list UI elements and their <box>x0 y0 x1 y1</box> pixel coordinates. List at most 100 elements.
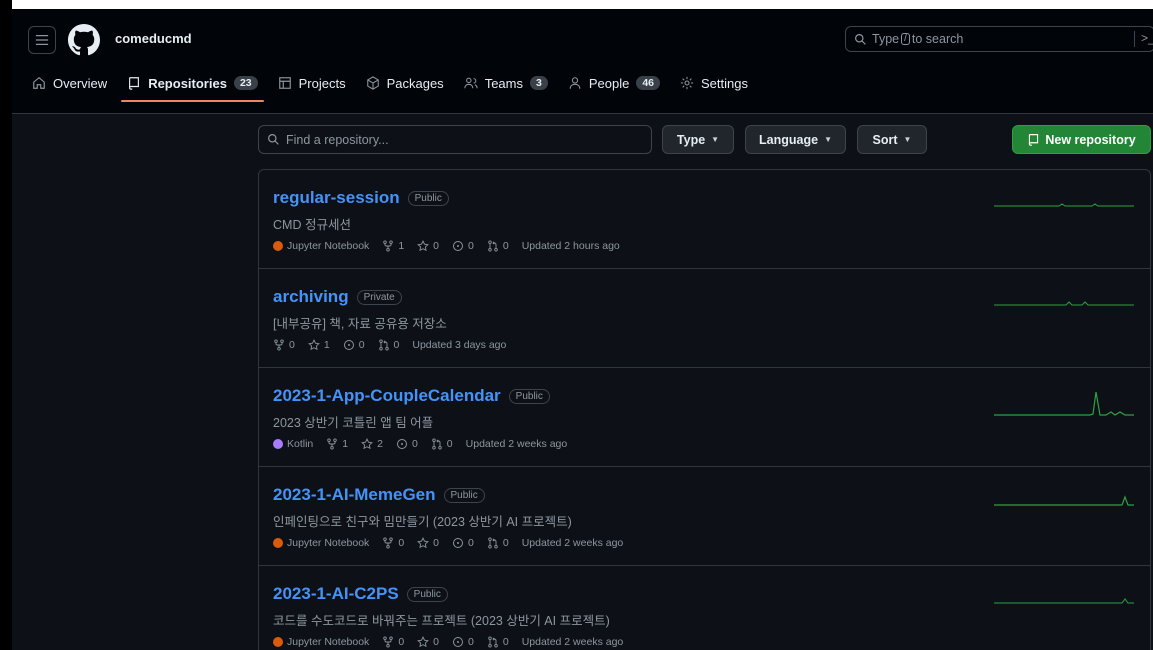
repo-description: [내부공유] 책, 자료 공유용 저장소 <box>273 317 447 331</box>
find-repository-input[interactable]: Find a repository... <box>258 125 652 154</box>
command-palette-icon[interactable]: >_ <box>1141 31 1153 45</box>
issue-icon <box>453 241 463 251</box>
person-icon <box>569 77 581 89</box>
visibility-badge: Public <box>406 586 448 602</box>
repo-description: 코드를 수도코드로 바꿔주는 프로젝트 (2023 상반기 AI 프로젝트) <box>273 614 610 628</box>
stars-link[interactable]: 1 <box>307 339 330 351</box>
pull-requests-link[interactable]: 0 <box>431 438 453 450</box>
pull-request-icon <box>488 537 498 549</box>
stars-count: 2 <box>377 438 383 450</box>
language-filter-button[interactable]: Language ▼ <box>745 125 846 154</box>
pull-requests-link[interactable]: 0 <box>487 537 509 549</box>
find-repository-placeholder: Find a repository... <box>286 132 389 147</box>
pull-request-icon <box>432 438 442 450</box>
github-org-page: comeducmd Type / to search >_ Overview R… <box>0 0 1153 650</box>
repo-name-link[interactable]: 2023-1-App-CoupleCalendar <box>273 386 501 406</box>
visibility-badge: Public <box>508 388 550 404</box>
fork-icon <box>383 240 394 252</box>
sort-label: Sort <box>872 132 898 147</box>
tab-packages[interactable]: Packages <box>366 76 444 91</box>
pull-requests-count: 0 <box>446 438 453 450</box>
pull-requests-link[interactable]: 0 <box>487 636 509 648</box>
issue-icon <box>396 439 407 449</box>
sort-button[interactable]: Sort ▼ <box>857 125 927 154</box>
search-placeholder-suffix: to search <box>911 32 964 46</box>
screen-top-edge <box>0 0 1153 9</box>
updated-time: Updated 3 days ago <box>412 339 507 351</box>
activity-sparkline <box>994 391 1134 416</box>
issues-link[interactable]: 0 <box>343 339 365 351</box>
stars-link[interactable]: 0 <box>417 636 439 648</box>
activity-sparkline <box>994 598 1134 604</box>
star-icon <box>417 537 430 549</box>
issue-icon <box>453 538 463 548</box>
repo-title-row: 2023-1-App-CoupleCalendar Public <box>273 386 550 406</box>
repo-name-link[interactable]: archiving <box>273 287 349 307</box>
issues-link[interactable]: 0 <box>396 438 418 450</box>
issues-link[interactable]: 0 <box>452 636 474 648</box>
people-count: 46 <box>636 76 660 90</box>
repo-title-row: 2023-1-AI-C2PS Public <box>273 584 448 604</box>
github-logo-icon[interactable] <box>68 24 100 56</box>
stars-count: 0 <box>433 537 439 549</box>
language: Kotlin <box>273 438 313 450</box>
repo-meta: Jupyter Notebook 0 0 0 0 Updated 2 weeks… <box>273 537 623 549</box>
gear-icon <box>680 76 694 90</box>
pull-requests-count: 0 <box>502 537 509 549</box>
issues-link[interactable]: 0 <box>452 240 474 252</box>
issue-icon <box>343 340 354 350</box>
forks-link[interactable]: 1 <box>326 438 348 450</box>
new-repository-button[interactable]: New repository <box>1012 125 1151 154</box>
stars-link[interactable]: 0 <box>417 240 439 252</box>
forks-link[interactable]: 0 <box>273 339 295 351</box>
hamburger-icon <box>35 34 49 46</box>
stars-link[interactable]: 2 <box>361 438 383 450</box>
forks-link[interactable]: 1 <box>382 240 404 252</box>
tab-label: Teams <box>484 75 523 91</box>
forks-count: 0 <box>398 636 405 648</box>
people-icon <box>464 77 478 89</box>
org-name[interactable]: comeducmd <box>115 31 192 46</box>
tab-people[interactable]: People 46 <box>568 76 660 91</box>
issues-link[interactable]: 0 <box>452 537 474 549</box>
tab-projects[interactable]: Projects <box>278 76 346 91</box>
repo-name-link[interactable]: 2023-1-AI-C2PS <box>273 584 399 604</box>
updated-time: Updated 2 weeks ago <box>521 537 624 549</box>
search-input[interactable]: Type / to search >_ <box>845 26 1153 52</box>
pull-requests-link[interactable]: 0 <box>378 339 400 351</box>
forks-link[interactable]: 0 <box>382 636 404 648</box>
stars-count: 0 <box>433 240 439 252</box>
active-tab-underline <box>121 99 264 102</box>
repo-name-link[interactable]: regular-session <box>273 188 400 208</box>
pull-request-icon <box>488 636 498 648</box>
updated-time: Updated 2 hours ago <box>521 240 620 252</box>
repo-description: 2023 상반기 코틀린 앱 팀 어플 <box>273 416 434 430</box>
tab-label: Packages <box>386 75 444 91</box>
language-color-dot <box>273 439 283 449</box>
visibility-badge: Public <box>443 487 485 503</box>
tab-overview[interactable]: Overview <box>32 76 107 91</box>
issues-count: 0 <box>468 537 474 549</box>
star-icon <box>417 240 430 252</box>
tab-settings[interactable]: Settings <box>680 76 748 91</box>
language-filter-label: Language <box>759 132 819 147</box>
repo-meta: 0 1 0 0 Updated 3 days ago <box>273 339 506 351</box>
repo-name-link[interactable]: 2023-1-AI-MemeGen <box>273 485 436 505</box>
language-name: Kotlin <box>287 438 314 450</box>
forks-count: 0 <box>289 339 295 351</box>
issues-count: 0 <box>411 438 418 450</box>
repo-title-row: archiving Private <box>273 287 402 307</box>
stars-link[interactable]: 0 <box>417 537 439 549</box>
forks-link[interactable]: 0 <box>382 537 404 549</box>
repo-icon <box>129 77 140 90</box>
pull-requests-count: 0 <box>393 339 400 351</box>
tab-teams[interactable]: Teams 3 <box>464 76 548 91</box>
tab-label: People <box>588 75 630 91</box>
pull-requests-link[interactable]: 0 <box>487 240 509 252</box>
menu-button[interactable] <box>28 26 56 54</box>
tab-repositories[interactable]: Repositories 23 <box>121 76 264 102</box>
type-filter-button[interactable]: Type ▼ <box>662 125 734 154</box>
stars-count: 1 <box>323 339 330 351</box>
forks-count: 1 <box>398 240 405 252</box>
new-repository-label: New repository <box>1045 132 1136 147</box>
